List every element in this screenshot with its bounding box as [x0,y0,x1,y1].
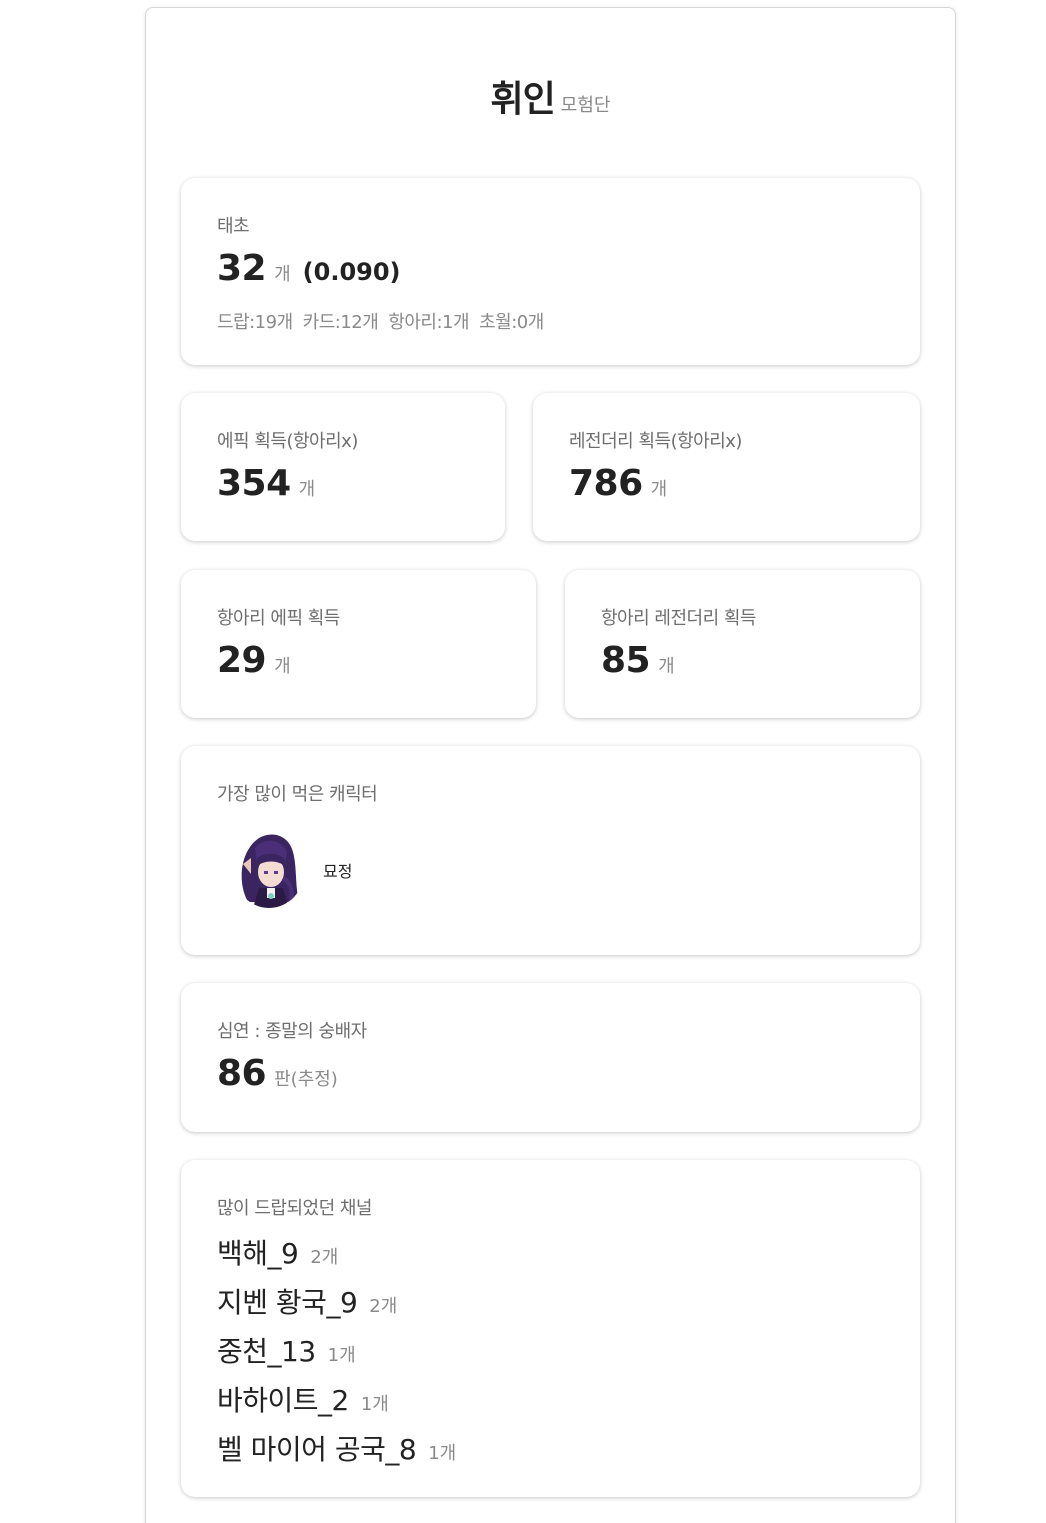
epic-no-jar-value-row: 354 개 [217,463,315,504]
taecho-ratio: (0.090) [302,258,401,286]
jar-legendary-card: 항아리 레전더리 획득 85 개 [565,570,920,718]
jar-legendary-count: 85 [601,640,651,681]
character-avatar [233,830,305,908]
jar-epic-label: 항아리 에픽 획득 [217,608,340,629]
breakdown-transcend: 초월:0개 [479,312,544,333]
taecho-count: 32 [217,248,267,289]
top-character-card: 가장 많이 먹은 캐릭터 묘정 [181,746,920,955]
channel-name: 백해_9 [217,1237,299,1270]
channels-label: 많이 드랍되었던 채널 [217,1198,372,1219]
jar-legendary-unit: 개 [658,656,675,677]
taecho-value-row: 32 개 (0.090) [217,248,401,289]
jar-epic-unit: 개 [274,656,291,677]
epic-no-jar-unit: 개 [298,479,316,500]
breakdown-drop: 드랍:19개 [217,312,293,333]
abyss-value-row: 86 판(추정) [217,1053,338,1094]
character-name: 묘정 [323,862,353,881]
guild-type: 모험단 [560,95,611,116]
guild-stats-panel: 휘인 모험단 태초 32 개 (0.090) 드랍:19개 카드:12개 항아리:1개 초월… [145,7,956,1523]
breakdown-jar: 항아리:1개 [388,312,470,333]
legendary-no-jar-unit: 개 [650,479,668,500]
epic-no-jar-card: 에픽 획득(항아리x) 354 개 [181,393,505,541]
jar-epic-value-row: 29 개 [217,640,291,681]
channel-item: 백해_9 2개 [217,1232,338,1272]
character-portrait-icon [233,830,305,908]
abyss-card: 심연 : 종말의 숭배자 86 판(추정) [181,983,920,1132]
channel-count: 1개 [428,1443,457,1464]
channel-name: 바하이트_2 [217,1384,349,1417]
jar-epic-card: 항아리 에픽 획득 29 개 [181,570,536,718]
jar-legendary-label: 항아리 레전더리 획득 [601,608,756,629]
epic-no-jar-label: 에픽 획득(항아리x) [217,431,358,452]
abyss-count: 86 [217,1053,267,1094]
channel-name: 중천_13 [217,1335,316,1368]
jar-legendary-value-row: 85 개 [601,640,675,681]
channel-name: 벨 마이어 공국_8 [217,1433,417,1466]
channel-item: 지벤 황국_9 2개 [217,1281,397,1321]
channel-name: 지벤 황국_9 [217,1286,358,1319]
jar-epic-count: 29 [217,640,267,681]
guild-name: 휘인 [490,79,556,120]
page-title: 휘인 모험단 [146,70,955,122]
legendary-no-jar-label: 레전더리 획득(항아리x) [569,431,742,452]
channel-count: 2개 [369,1296,398,1317]
breakdown-card: 카드:12개 [302,312,379,333]
legendary-no-jar-card: 레전더리 획득(항아리x) 786 개 [533,393,920,541]
taecho-unit: 개 [274,264,291,285]
abyss-unit: 판(추정) [274,1069,338,1090]
legendary-no-jar-count: 786 [569,463,643,504]
channels-card: 많이 드랍되었던 채널 백해_9 2개 지벤 황국_9 2개 중천_13 1개 바하이… [181,1160,920,1497]
channel-count: 1개 [327,1345,356,1366]
taecho-breakdown: 드랍:19개 카드:12개 항아리:1개 초월:0개 [217,308,554,334]
channel-count: 2개 [310,1247,339,1268]
channel-item: 중천_13 1개 [217,1330,356,1370]
channel-item: 바하이트_2 1개 [217,1379,389,1419]
top-character-label: 가장 많이 먹은 캐릭터 [217,784,378,805]
legendary-no-jar-value-row: 786 개 [569,463,667,504]
taecho-label: 태초 [217,216,250,237]
abyss-label: 심연 : 종말의 숭배자 [217,1021,367,1042]
epic-no-jar-count: 354 [217,463,291,504]
taecho-card: 태초 32 개 (0.090) 드랍:19개 카드:12개 항아리:1개 초월:0개 [181,178,920,365]
channel-item: 벨 마이어 공국_8 1개 [217,1428,456,1468]
channel-count: 1개 [360,1394,389,1415]
